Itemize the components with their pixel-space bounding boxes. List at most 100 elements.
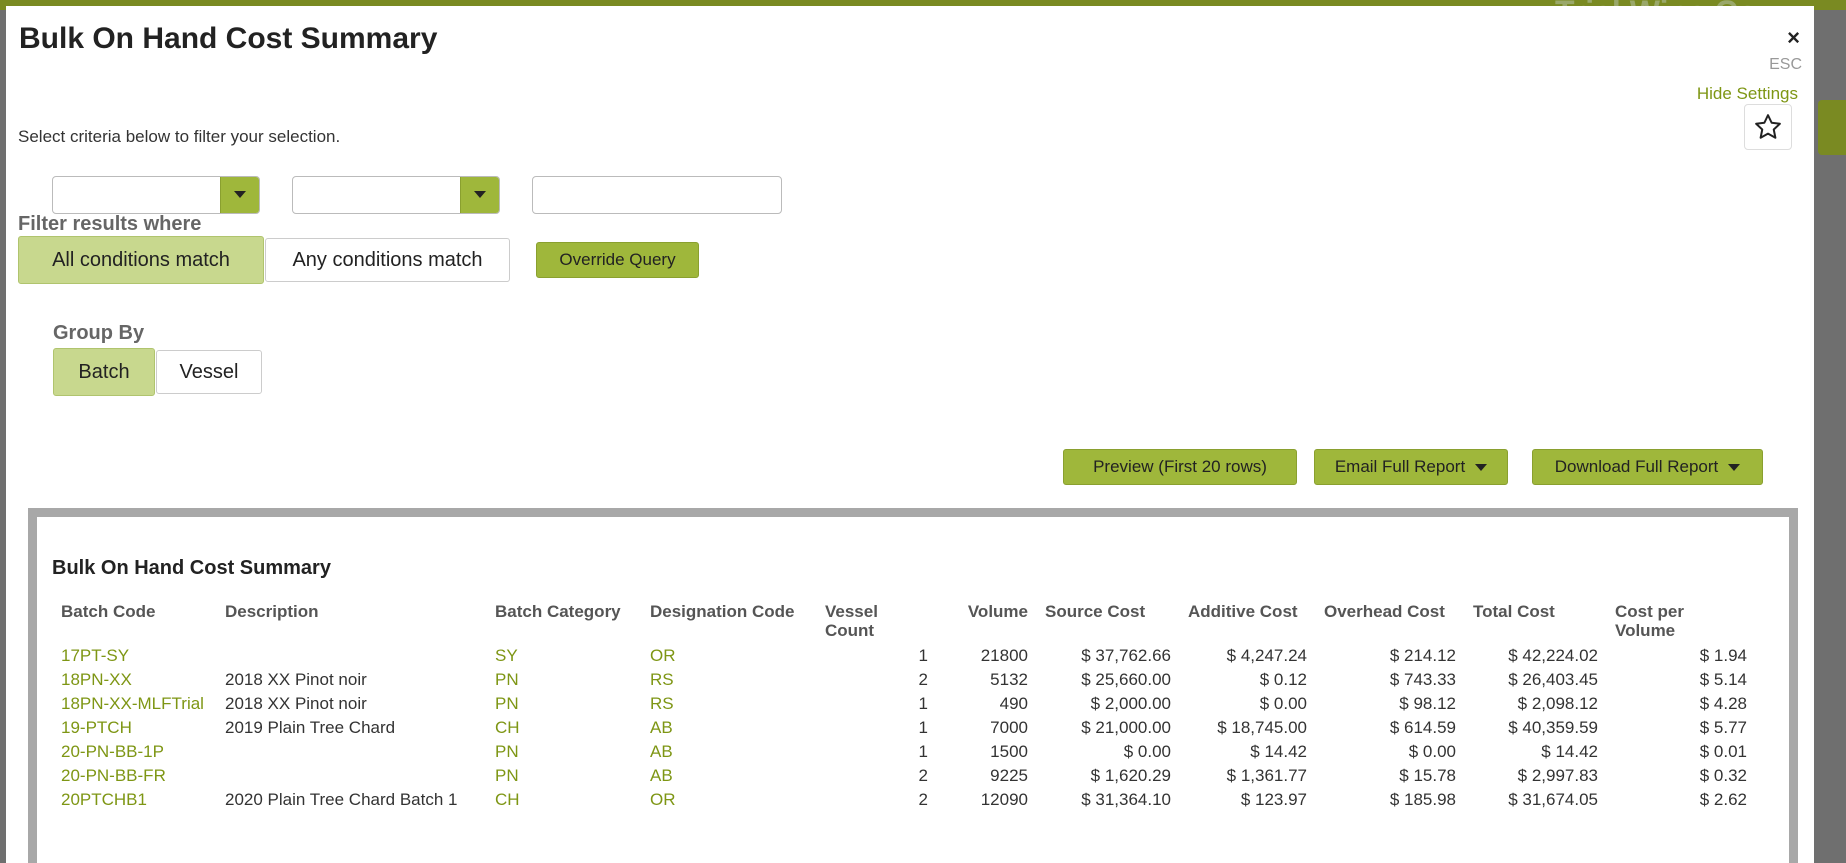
batch-code-cell[interactable]: 17PT-SY	[52, 644, 216, 668]
volume-cell: 7000	[990, 718, 1028, 737]
table-row: 17PT-SY SY OR 1 21800 $ 37,762.66 $ 4,247.24 $ …	[52, 644, 1755, 668]
description-cell: 2018 XX Pinot noir	[225, 670, 367, 689]
report-title: Bulk On Hand Cost Summary	[52, 557, 331, 579]
favorite-button[interactable]	[1744, 104, 1792, 150]
total-cost-cell: $ 26,403.45	[1508, 670, 1598, 689]
overhead-cost-cell: $ 214.12	[1389, 646, 1456, 665]
vessel-count-cell: 1	[918, 742, 928, 761]
batch-category-cell[interactable]: CH	[486, 716, 641, 740]
description-cell: 2018 XX Pinot noir	[225, 694, 367, 713]
batch-code-cell[interactable]: 20PTCHB1	[52, 788, 216, 812]
total-cost-cell: $ 31,674.05	[1508, 790, 1598, 809]
vessel-count-cell: 2	[918, 766, 928, 785]
batch-category-cell[interactable]: PN	[486, 740, 641, 764]
column-header[interactable]: Volume	[936, 602, 1036, 644]
table-row: 20-PN-BB-1P PN AB 1 1500 $ 0.00 $ 14.42 $ 0.00 $…	[52, 740, 1755, 764]
batch-code-cell[interactable]: 19-PTCH	[52, 716, 216, 740]
volume-cell: 5132	[990, 670, 1028, 689]
report-table: Batch Code Description Batch Category De…	[52, 602, 1755, 812]
overhead-cost-cell: $ 98.12	[1399, 694, 1456, 713]
designation-code-cell[interactable]: AB	[641, 764, 816, 788]
vessel-count-cell: 2	[918, 670, 928, 689]
column-header[interactable]: Designation Code	[641, 602, 816, 644]
source-cost-cell: $ 0.00	[1123, 742, 1171, 761]
table-row: 19-PTCH 2019 Plain Tree Chard CH AB 1 7000 $ 2…	[52, 716, 1755, 740]
description-cell	[216, 644, 486, 668]
additive-cost-cell: $ 0.00	[1259, 694, 1307, 713]
chevron-down-icon[interactable]	[460, 177, 499, 213]
star-icon	[1755, 114, 1781, 139]
column-header[interactable]: Batch Category	[486, 602, 641, 644]
group-by-vessel-toggle[interactable]: Vessel	[156, 350, 262, 394]
designation-code-cell[interactable]: OR	[641, 644, 816, 668]
additive-cost-cell: $ 4,247.24	[1226, 646, 1307, 665]
batch-category-cell[interactable]: PN	[486, 764, 641, 788]
chevron-down-icon[interactable]	[220, 177, 259, 213]
group-by-label: Group By	[53, 322, 145, 344]
designation-code-cell[interactable]: AB	[641, 740, 816, 764]
source-cost-cell: $ 25,660.00	[1081, 670, 1171, 689]
column-header[interactable]: Total Cost	[1464, 602, 1606, 644]
column-header[interactable]: Batch Code	[52, 602, 216, 644]
volume-cell: 12090	[980, 790, 1028, 809]
overhead-cost-cell: $ 0.00	[1408, 742, 1456, 761]
download-report-label: Download Full Report	[1554, 457, 1719, 476]
batch-code-cell[interactable]: 18PN-XX-MLFTrial	[52, 692, 216, 716]
vessel-count-cell: 1	[918, 646, 928, 665]
group-by-batch-toggle[interactable]: Batch	[53, 348, 155, 396]
column-header[interactable]: Additive Cost	[1179, 602, 1315, 644]
close-icon[interactable]: ×	[1787, 25, 1800, 51]
preview-button[interactable]: Preview (First 20 rows)	[1063, 449, 1297, 485]
volume-cell: 21800	[980, 646, 1028, 665]
cost-per-volume-cell: $ 0.01	[1699, 742, 1747, 761]
total-cost-cell: $ 14.42	[1541, 742, 1598, 761]
designation-code-cell[interactable]: RS	[641, 692, 816, 716]
batch-category-cell[interactable]: SY	[486, 644, 641, 668]
designation-code-cell[interactable]: OR	[641, 788, 816, 812]
column-header[interactable]: Vessel Count	[816, 602, 936, 644]
filter-label: Filter results where	[18, 213, 202, 235]
operator-select[interactable]	[292, 176, 500, 214]
filter-value-input[interactable]	[532, 176, 782, 214]
overhead-cost-cell: $ 185.98	[1389, 790, 1456, 809]
any-conditions-toggle[interactable]: Any conditions match	[265, 238, 510, 282]
override-query-button[interactable]: Override Query	[536, 242, 699, 278]
description-cell: 2019 Plain Tree Chard	[225, 718, 396, 737]
batch-category-cell[interactable]: PN	[486, 692, 641, 716]
cost-per-volume-cell: $ 4.28	[1699, 694, 1747, 713]
source-cost-cell: $ 2,000.00	[1090, 694, 1171, 713]
batch-code-cell[interactable]: 20-PN-BB-1P	[52, 740, 216, 764]
table-row: 18PN-XX-MLFTrial 2018 XX Pinot noir PN RS 1 4…	[52, 692, 1755, 716]
batch-category-cell[interactable]: PN	[486, 668, 641, 692]
column-header[interactable]: Source Cost	[1036, 602, 1179, 644]
vessel-count-cell: 1	[918, 718, 928, 737]
vessel-count-cell: 1	[918, 694, 928, 713]
table-row: 20PTCHB1 2020 Plain Tree Chard Batch 1 CH O…	[52, 788, 1755, 812]
column-header[interactable]: Description	[216, 602, 486, 644]
batch-code-cell[interactable]: 20-PN-BB-FR	[52, 764, 216, 788]
source-cost-cell: $ 31,364.10	[1081, 790, 1171, 809]
overhead-cost-cell: $ 743.33	[1389, 670, 1456, 689]
cost-per-volume-cell: $ 0.32	[1699, 766, 1747, 785]
source-cost-cell: $ 37,762.66	[1081, 646, 1171, 665]
hide-settings-link[interactable]: Hide Settings	[1697, 84, 1798, 104]
total-cost-cell: $ 2,098.12	[1517, 694, 1598, 713]
batch-code-cell[interactable]: 18PN-XX	[52, 668, 216, 692]
table-row: 18PN-XX 2018 XX Pinot noir PN RS 2 5132 $ 25,6…	[52, 668, 1755, 692]
total-cost-cell: $ 42,224.02	[1508, 646, 1598, 665]
field-select[interactable]	[52, 176, 260, 214]
all-conditions-toggle[interactable]: All conditions match	[18, 236, 264, 284]
column-header[interactable]: Overhead Cost	[1315, 602, 1464, 644]
designation-code-cell[interactable]: AB	[641, 716, 816, 740]
source-cost-cell: $ 1,620.29	[1090, 766, 1171, 785]
designation-code-cell[interactable]: RS	[641, 668, 816, 692]
download-report-button[interactable]: Download Full Report	[1532, 449, 1763, 485]
additive-cost-cell: $ 0.12	[1259, 670, 1307, 689]
email-report-button[interactable]: Email Full Report	[1314, 449, 1508, 485]
total-cost-cell: $ 40,359.59	[1508, 718, 1598, 737]
column-header[interactable]: Cost per Volume	[1606, 602, 1755, 644]
caret-down-icon	[1475, 463, 1488, 471]
batch-category-cell[interactable]: CH	[486, 788, 641, 812]
cost-per-volume-cell: $ 5.14	[1699, 670, 1747, 689]
additive-cost-cell: $ 1,361.77	[1226, 766, 1307, 785]
